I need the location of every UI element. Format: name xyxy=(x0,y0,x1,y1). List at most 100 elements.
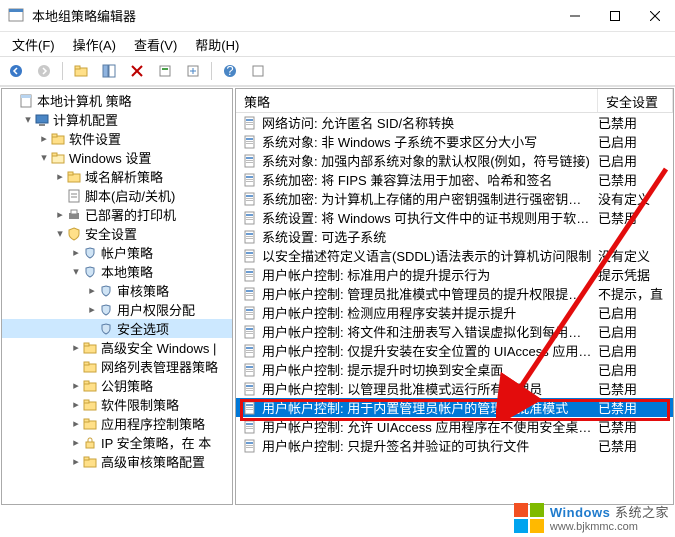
tree-toggle-icon[interactable]: ▾ xyxy=(38,151,50,164)
up-icon[interactable] xyxy=(69,59,93,83)
shield-small-icon xyxy=(82,245,98,261)
tree-toggle-icon[interactable]: ▸ xyxy=(70,379,82,392)
filter-icon[interactable] xyxy=(246,59,270,83)
tree-item-label: 计算机配置 xyxy=(53,110,118,129)
tree-item[interactable]: 网络列表管理器策略 xyxy=(2,357,232,376)
policy-name: 用户帐户控制: 提示提升时切换到安全桌面 xyxy=(262,360,598,379)
list-row[interactable]: 系统对象: 非 Windows 子系统不要求区分大小写已启用 xyxy=(236,132,673,151)
tree-toggle-icon[interactable]: ▸ xyxy=(70,398,82,411)
policy-icon xyxy=(242,229,258,245)
column-policy[interactable]: 策略 xyxy=(236,89,598,112)
tree-toggle-icon[interactable]: ▾ xyxy=(54,227,66,240)
tree-item[interactable]: ▸帐户策略 xyxy=(2,243,232,262)
tree-toggle-icon[interactable]: ▸ xyxy=(54,170,66,183)
list-row[interactable]: 用户帐户控制: 标准用户的提升提示行为提示凭据 xyxy=(236,265,673,284)
tree-item-label: 安全设置 xyxy=(85,224,137,243)
policy-icon xyxy=(242,248,258,264)
policy-name: 用户帐户控制: 标准用户的提升提示行为 xyxy=(262,265,598,284)
policy-name: 用户帐户控制: 管理员批准模式中管理员的提升权限提示的... xyxy=(262,284,598,303)
list-row[interactable]: 系统加密: 将 FIPS 兼容算法用于加密、哈希和签名已禁用 xyxy=(236,170,673,189)
tree-item[interactable]: 本地计算机 策略 xyxy=(2,91,232,110)
menu-help[interactable]: 帮助(H) xyxy=(187,33,247,56)
folder-icon xyxy=(82,397,98,413)
tree-toggle-icon[interactable]: ▸ xyxy=(86,303,98,316)
list-row[interactable]: 用户帐户控制: 提示提升时切换到安全桌面已启用 xyxy=(236,360,673,379)
tree-toggle-icon[interactable]: ▾ xyxy=(22,113,34,126)
tree-item[interactable]: ▾ 安全设置 xyxy=(2,224,232,243)
shield-small-icon xyxy=(98,302,114,318)
tree-item[interactable]: ▾ 本地策略 xyxy=(2,262,232,281)
list-row[interactable]: 用户帐户控制: 只提升签名并验证的可执行文件已禁用 xyxy=(236,436,673,455)
list-row[interactable]: 以安全描述符定义语言(SDDL)语法表示的计算机访问限制没有定义 xyxy=(236,246,673,265)
refresh-icon[interactable] xyxy=(153,59,177,83)
list-row[interactable]: 用户帐户控制: 以管理员批准模式运行所有管理员已禁用 xyxy=(236,379,673,398)
help-icon[interactable]: ? xyxy=(218,59,242,83)
forward-icon[interactable] xyxy=(32,59,56,83)
back-icon[interactable] xyxy=(4,59,28,83)
toolbar: ? xyxy=(0,56,675,86)
column-setting[interactable]: 安全设置 xyxy=(598,89,673,112)
tree-item[interactable]: ▾Windows 设置 xyxy=(2,148,232,167)
tree-item[interactable]: ▸审核策略 xyxy=(2,281,232,300)
menu-action[interactable]: 操作(A) xyxy=(65,33,124,56)
list-row[interactable]: 用户帐户控制: 允许 UIAccess 应用程序在不使用安全桌面...已禁用 xyxy=(236,417,673,436)
tree-item[interactable]: 安全选项 xyxy=(2,319,232,338)
list-row[interactable]: 用户帐户控制: 用于内置管理员帐户的管理员批准模式已禁用 xyxy=(236,398,673,417)
folder-icon xyxy=(82,359,98,375)
tree-item[interactable]: ▸ 已部署的打印机 xyxy=(2,205,232,224)
app-icon xyxy=(8,7,26,25)
watermark-sub: 系统之家 xyxy=(615,505,669,520)
tree-toggle-icon[interactable]: ▸ xyxy=(70,455,82,468)
list-pane[interactable]: 策略 安全设置 网络访问: 允许匿名 SID/名称转换已禁用系统对象: 非 Wi… xyxy=(235,88,674,505)
policy-icon xyxy=(242,419,258,435)
minimize-button[interactable] xyxy=(555,0,595,32)
tree-toggle-icon[interactable]: ▸ xyxy=(86,284,98,297)
toolbar-separator xyxy=(62,62,63,80)
tree-item[interactable]: ▾ 计算机配置 xyxy=(2,110,232,129)
list-row[interactable]: 用户帐户控制: 检测应用程序安装并提示提升已启用 xyxy=(236,303,673,322)
tree-toggle-icon[interactable]: ▸ xyxy=(70,417,82,430)
tree-toggle-icon[interactable]: ▸ xyxy=(70,436,82,449)
tree-item[interactable]: ▸软件限制策略 xyxy=(2,395,232,414)
doc-icon xyxy=(18,93,34,109)
svg-text:?: ? xyxy=(226,64,233,78)
tree-item[interactable]: ▸高级审核策略配置 xyxy=(2,452,232,471)
script-icon xyxy=(66,188,82,204)
tree-toggle-icon[interactable]: ▸ xyxy=(70,341,82,354)
tree-item[interactable]: ▸IP 安全策略，在 本 xyxy=(2,433,232,452)
list-row[interactable]: 系统对象: 加强内部系统对象的默认权限(例如，符号链接)已启用 xyxy=(236,151,673,170)
list-row[interactable]: 用户帐户控制: 将文件和注册表写入错误虚拟化到每用户位置已启用 xyxy=(236,322,673,341)
export-icon[interactable] xyxy=(181,59,205,83)
tree-toggle-icon[interactable]: ▸ xyxy=(54,208,66,221)
menu-view[interactable]: 查看(V) xyxy=(126,33,185,56)
menu-file[interactable]: 文件(F) xyxy=(4,33,63,56)
list-row[interactable]: 系统设置: 可选子系统 xyxy=(236,227,673,246)
tree-item[interactable]: 脚本(启动/关机) xyxy=(2,186,232,205)
policy-setting: 没有定义 xyxy=(598,246,673,265)
tree-item[interactable]: ▸软件设置 xyxy=(2,129,232,148)
tree-item[interactable]: ▸高级安全 Windows | xyxy=(2,338,232,357)
tree-toggle-icon[interactable]: ▾ xyxy=(70,265,82,278)
list-row[interactable]: 系统加密: 为计算机上存储的用户密钥强制进行强密钥保护没有定义 xyxy=(236,189,673,208)
tree-item[interactable]: ▸公钥策略 xyxy=(2,376,232,395)
list-row[interactable]: 用户帐户控制: 仅提升安装在安全位置的 UIAccess 应用程序已启用 xyxy=(236,341,673,360)
tree-item[interactable]: ▸应用程序控制策略 xyxy=(2,414,232,433)
tree-item[interactable]: ▸域名解析策略 xyxy=(2,167,232,186)
policy-icon xyxy=(242,267,258,283)
policy-name: 用户帐户控制: 将文件和注册表写入错误虚拟化到每用户位置 xyxy=(262,322,598,341)
tree-item-label: 已部署的打印机 xyxy=(85,205,176,224)
delete-icon[interactable] xyxy=(125,59,149,83)
tree-pane[interactable]: 本地计算机 策略 ▾ 计算机配置▸软件设置▾Windows 设置▸域名解析策略脚本(… xyxy=(1,88,233,505)
tree-item-label: 本地策略 xyxy=(101,262,153,281)
titlebar: 本地组策略编辑器 xyxy=(0,0,675,32)
list-row[interactable]: 网络访问: 允许匿名 SID/名称转换已禁用 xyxy=(236,113,673,132)
list-row[interactable]: 系统设置: 将 Windows 可执行文件中的证书规则用于软件...已禁用 xyxy=(236,208,673,227)
list-row[interactable]: 用户帐户控制: 管理员批准模式中管理员的提升权限提示的...不提示，直 xyxy=(236,284,673,303)
watermark-brand: Windows xyxy=(550,505,610,520)
tree-toggle-icon[interactable]: ▸ xyxy=(70,246,82,259)
show-hide-tree-icon[interactable] xyxy=(97,59,121,83)
tree-toggle-icon[interactable]: ▸ xyxy=(38,132,50,145)
tree-item[interactable]: ▸用户权限分配 xyxy=(2,300,232,319)
close-button[interactable] xyxy=(635,0,675,32)
maximize-button[interactable] xyxy=(595,0,635,32)
